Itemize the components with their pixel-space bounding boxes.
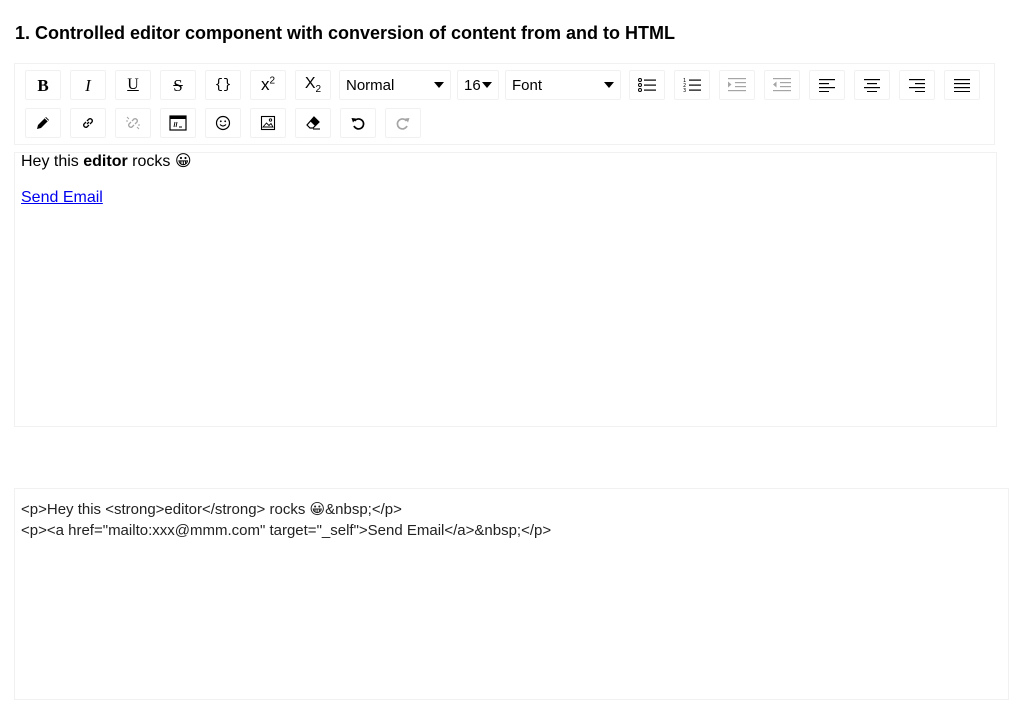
undo-icon — [351, 118, 365, 130]
font-family-value: Font — [512, 76, 543, 94]
unordered-list-icon — [638, 78, 656, 92]
align-center-icon — [864, 79, 880, 92]
font-size-dropdown[interactable]: 16 — [457, 70, 499, 100]
send-email-link[interactable]: Send Email — [21, 189, 103, 206]
rich-text-editor[interactable]: Hey this editor rocks 😀 Send Email — [14, 151, 997, 427]
editor-paragraph: Send Email — [21, 188, 103, 208]
superscript-button[interactable]: x2 — [250, 70, 286, 100]
unordered-list-button[interactable] — [629, 70, 665, 100]
ordered-list-icon: 1 2 3 — [683, 78, 701, 93]
outdent-button[interactable] — [764, 70, 800, 100]
indent-icon — [728, 78, 746, 92]
chevron-down-icon — [482, 82, 492, 88]
italic-icon: I — [85, 75, 91, 95]
emoji-button[interactable] — [205, 108, 241, 138]
embed-button[interactable] — [160, 108, 196, 138]
unlink-icon — [126, 116, 140, 130]
editor-text: Hey this — [21, 153, 84, 170]
image-icon — [260, 115, 276, 131]
ordered-list-button[interactable]: 1 2 3 — [674, 70, 710, 100]
chevron-down-icon — [604, 82, 614, 88]
underline-icon: U — [127, 76, 139, 93]
html-code: <p>Hey this <strong>editor</strong> rock… — [21, 501, 310, 518]
chevron-down-icon — [434, 82, 444, 88]
align-right-icon — [909, 79, 925, 92]
code-braces-icon: {} — [214, 77, 232, 93]
subscript-button[interactable]: X2 — [295, 70, 331, 100]
editor-text: rocks — [127, 153, 175, 170]
superscript-icon: x2 — [261, 75, 275, 95]
align-center-button[interactable] — [854, 70, 890, 100]
italic-button[interactable]: I — [70, 70, 106, 100]
bold-button[interactable]: B — [25, 70, 61, 100]
bold-icon: B — [37, 75, 49, 95]
html-output-line: <p>Hey this <strong>editor</strong> rock… — [21, 499, 402, 520]
color-picker-button[interactable] — [25, 108, 61, 138]
unlink-button[interactable] — [115, 108, 151, 138]
editor-toolbar: B I U S {} x2 X2 Normal 16 Font 1 2 3 — [14, 63, 995, 145]
editor-paragraph: Hey this editor rocks 😀 — [21, 151, 192, 172]
editor-bold-text: editor — [83, 153, 128, 170]
eraser-icon — [306, 116, 320, 130]
align-left-icon — [819, 79, 835, 92]
grinning-emoji: 😀 — [309, 500, 326, 518]
subscript-base: X — [304, 74, 316, 92]
block-type-dropdown[interactable]: Normal — [339, 70, 451, 100]
subscript-mark: 2 — [315, 84, 322, 96]
svg-text:3: 3 — [683, 88, 686, 93]
redo-icon — [396, 118, 410, 130]
image-button[interactable] — [250, 108, 286, 138]
strikethrough-button[interactable]: S — [160, 70, 196, 100]
embed-icon — [169, 115, 187, 131]
superscript-mark: 2 — [269, 75, 276, 87]
align-justify-button[interactable] — [944, 70, 980, 100]
block-type-value: Normal — [346, 76, 395, 94]
underline-button[interactable]: U — [115, 70, 151, 100]
grinning-emoji: 😀 — [174, 151, 192, 170]
font-family-dropdown[interactable]: Font — [505, 70, 621, 100]
link-button[interactable] — [70, 108, 106, 138]
smiley-icon — [215, 115, 231, 131]
html-output[interactable]: <p>Hey this <strong>editor</strong> rock… — [14, 488, 1009, 700]
html-code: &nbsp;</p> — [325, 501, 402, 518]
link-icon — [83, 118, 93, 128]
align-right-button[interactable] — [899, 70, 935, 100]
subscript-icon: X2 — [305, 75, 321, 95]
undo-button[interactable] — [340, 108, 376, 138]
page-title: 1. Controlled editor component with conv… — [15, 23, 675, 43]
font-size-value: 16 — [464, 76, 481, 94]
html-output-line: <p><a href="mailto:xxx@mmm.com" target="… — [21, 522, 552, 539]
color-picker-icon — [37, 117, 49, 129]
indent-button[interactable] — [719, 70, 755, 100]
outdent-icon — [773, 78, 791, 92]
strikethrough-icon: S — [173, 75, 183, 95]
align-left-button[interactable] — [809, 70, 845, 100]
align-justify-icon — [954, 79, 970, 92]
monospace-button[interactable]: {} — [205, 70, 241, 100]
remove-formatting-button[interactable] — [295, 108, 331, 138]
redo-button[interactable] — [385, 108, 421, 138]
